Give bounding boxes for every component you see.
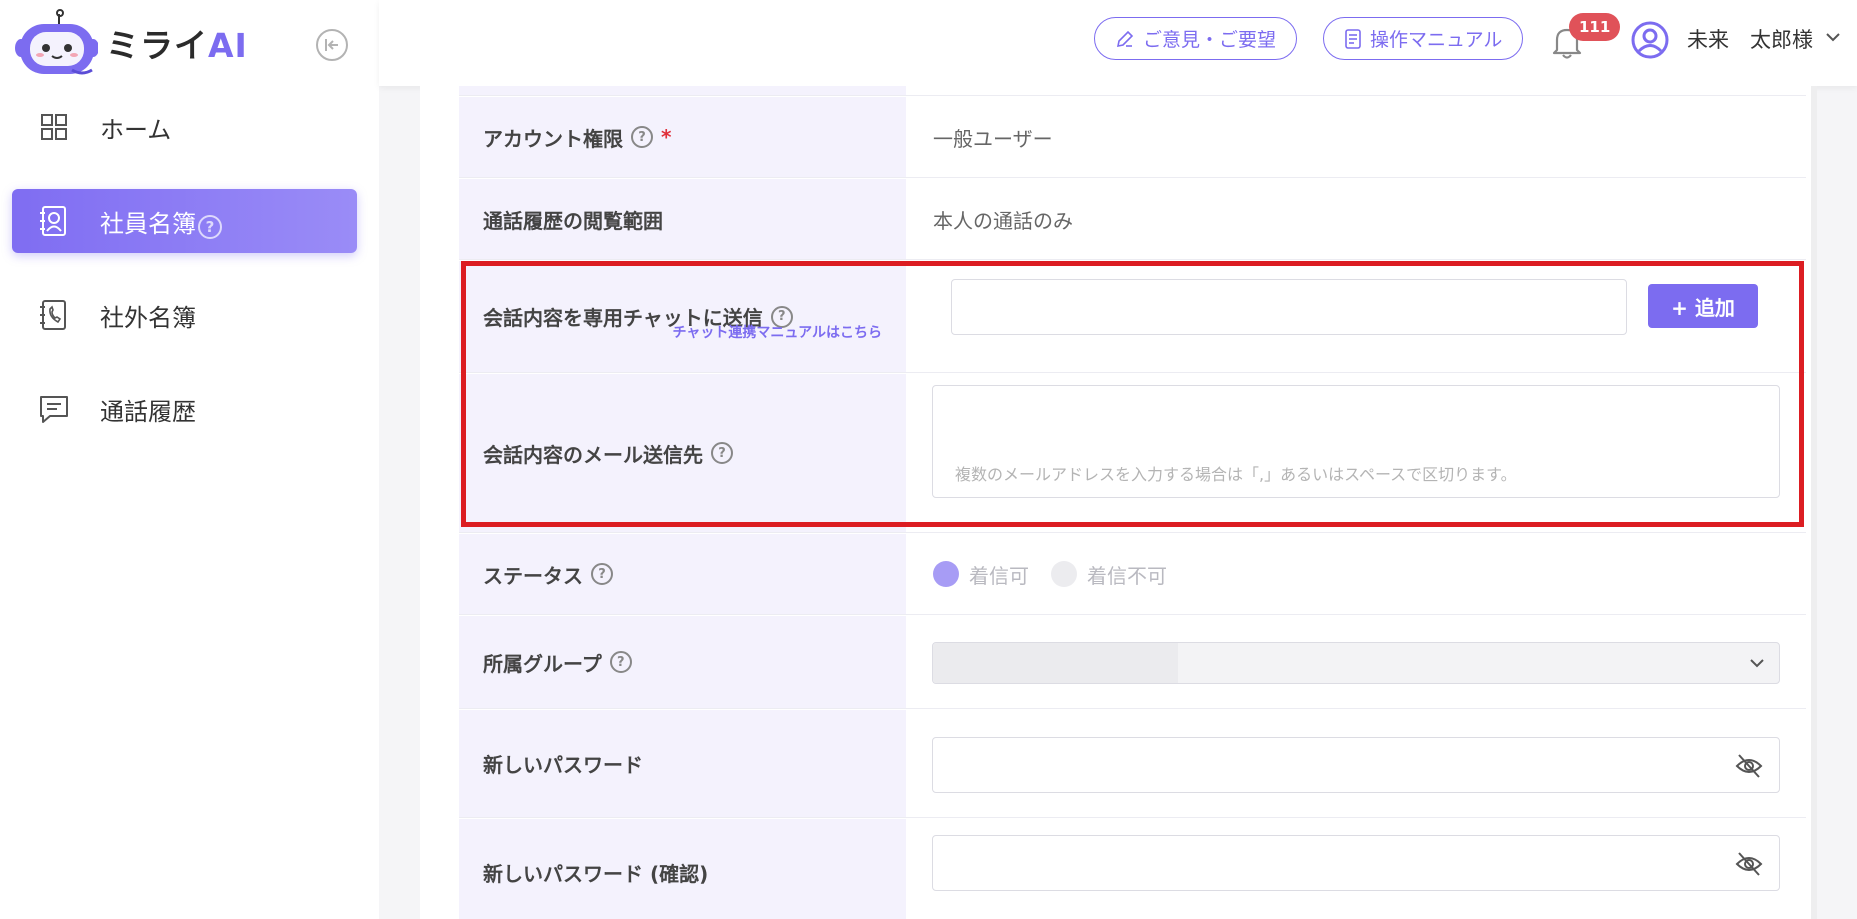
status-label: ステータス <box>483 563 583 588</box>
user-avatar-icon[interactable] <box>1630 20 1670 60</box>
logo-text: ミライ <box>106 26 208 65</box>
form-row-call-history-scope: 通話履歴の閲覧範囲 本人の通話のみ <box>459 179 1806 260</box>
feedback-button[interactable]: ご意見・ご要望 <box>1094 17 1298 60</box>
account-role-label: アカウント権限 <box>483 126 623 151</box>
app-logo[interactable]: ミライAI <box>12 8 248 78</box>
collapse-sidebar-button[interactable] <box>316 29 348 61</box>
form-row-new-password-confirm: 新しいパスワード (確認) <box>459 819 1806 919</box>
sidebar-item-employee-directory[interactable]: 社員名簿? <box>12 189 357 253</box>
eye-off-icon[interactable] <box>1735 851 1763 877</box>
robot-mascot-icon <box>15 9 98 75</box>
form-row-partial <box>459 86 1806 96</box>
logo-ai-text: AI <box>208 26 248 65</box>
radio-selected-icon <box>933 561 959 587</box>
status-radio-unavailable[interactable]: 着信不可 <box>1051 560 1167 589</box>
mail-send-label: 会話内容のメール送信先 <box>483 442 703 467</box>
phone-book-icon <box>40 300 66 330</box>
eye-off-icon[interactable] <box>1735 753 1763 779</box>
main-panel: アカウント権限 ? * 一般ユーザー 通話履歴の閲覧範囲 本人の通話のみ 会話内… <box>420 86 1811 919</box>
account-role-value: 一般ユーザー <box>933 126 1053 151</box>
collapse-left-icon <box>325 39 338 51</box>
status-radio-available[interactable]: 着信可 <box>933 560 1029 589</box>
feedback-label: ご意見・ご要望 <box>1143 29 1277 51</box>
message-icon <box>40 396 68 423</box>
sidebar: ミライAI ホーム 社員名簿 ? 社外名簿 通話履歴 <box>0 0 379 919</box>
form-row-new-password: 新しいパスワード <box>459 710 1806 818</box>
radio-unselected-icon <box>1051 561 1077 587</box>
form-row-mail-send: 会話内容のメール送信先 ? 複数のメールアドレスを入力する場合は「,」あるいはス… <box>459 374 1806 533</box>
required-mark: * <box>661 125 672 149</box>
group-label: 所属グループ <box>483 651 602 676</box>
sidebar-item-label: 通話履歴 <box>100 397 196 426</box>
document-icon <box>1345 28 1361 49</box>
user-name[interactable]: 未来 太郎様 <box>1687 24 1813 54</box>
sidebar-item-call-history[interactable]: 通話履歴 <box>12 377 357 441</box>
sidebar-item-label: 社外名簿 <box>100 303 196 332</box>
status-option-label: 着信可 <box>969 563 1029 588</box>
notification-badge: 111 <box>1569 13 1621 41</box>
chat-id-input[interactable] <box>951 279 1627 335</box>
sidebar-item-label: ホーム <box>100 115 172 144</box>
mail-address-textarea[interactable]: 複数のメールアドレスを入力する場合は「,」あるいはスペースで区切ります。 <box>932 385 1780 498</box>
scrollbar-track[interactable] <box>1811 86 1817 919</box>
form-row-chat-send: 会話内容を専用チャットに送信 ? チャット連携マニュアルはこちら + 追加 <box>459 261 1806 373</box>
pencil-icon <box>1116 30 1134 47</box>
new-password-label: 新しいパスワード <box>483 753 643 777</box>
manual-label: 操作マニュアル <box>1370 29 1503 51</box>
top-bar: ご意見・ご要望 操作マニュアル 111 未来 太郎様 <box>379 0 1857 86</box>
sidebar-item-home[interactable]: ホーム <box>12 95 357 159</box>
mail-address-placeholder: 複数のメールアドレスを入力する場合は「,」あるいはスペースで区切ります。 <box>955 465 1517 484</box>
help-icon[interactable]: ? <box>591 563 613 585</box>
manual-button[interactable]: 操作マニュアル <box>1323 17 1524 60</box>
form-row-account-role: アカウント権限 ? * 一般ユーザー <box>459 97 1806 178</box>
call-history-scope-label: 通話履歴の閲覧範囲 <box>483 208 663 233</box>
call-history-scope-value: 本人の通話のみ <box>933 208 1073 233</box>
help-icon[interactable]: ? <box>198 214 222 239</box>
form-row-status: ステータス ? 着信可 着信不可 <box>459 534 1806 615</box>
chat-manual-link[interactable]: チャット連携マニュアルはこちら <box>673 322 882 342</box>
new-password-input[interactable] <box>932 737 1780 793</box>
add-chat-button[interactable]: + 追加 <box>1648 284 1758 328</box>
help-icon[interactable]: ? <box>631 126 653 148</box>
sidebar-item-label: 社員名簿 <box>100 209 196 238</box>
sidebar-item-external-directory[interactable]: 社外名簿 <box>12 283 357 347</box>
form-row-group: 所属グループ ? <box>459 616 1806 709</box>
address-book-icon <box>40 206 66 236</box>
chevron-down-icon[interactable] <box>1825 30 1841 44</box>
help-icon[interactable]: ? <box>609 651 632 673</box>
new-password-confirm-input[interactable] <box>932 835 1780 891</box>
chevron-down-icon <box>1750 659 1764 668</box>
group-select[interactable] <box>932 642 1780 684</box>
grid-icon <box>41 114 67 140</box>
new-password-confirm-label: 新しいパスワード (確認) <box>483 862 709 886</box>
help-icon[interactable]: ? <box>711 442 733 464</box>
status-option-label: 着信不可 <box>1087 563 1167 588</box>
